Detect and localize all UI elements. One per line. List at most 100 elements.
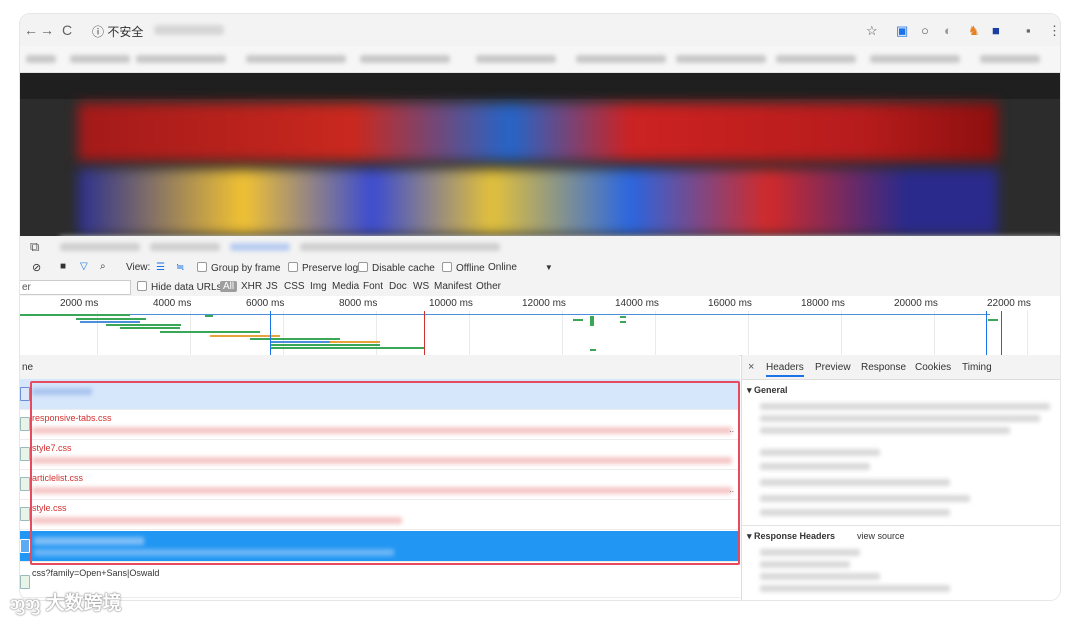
devtools-tab[interactable] (150, 243, 220, 251)
clear-icon[interactable]: ⊘ (32, 261, 41, 274)
file-icon (20, 539, 30, 553)
header-line-blur (760, 573, 880, 580)
filter-icon[interactable]: ▽ (80, 261, 88, 272)
type-filter-xhr[interactable]: XHR (241, 281, 262, 292)
large-rows-icon[interactable]: ☰ (156, 262, 165, 273)
group-by-frame-checkbox[interactable]: Group by frame (197, 262, 280, 274)
waterfall-icon[interactable]: ≒ (176, 262, 184, 273)
overflow-ellipsis: .. (729, 425, 734, 434)
table-row[interactable] (20, 379, 740, 410)
bookmark-item[interactable] (776, 55, 856, 63)
bookmark-item[interactable] (26, 55, 56, 63)
table-row[interactable]: articlelist.css .. (20, 469, 740, 500)
request-table-header[interactable]: ne (20, 355, 740, 380)
devtools-tab[interactable] (60, 243, 140, 251)
type-filter-css[interactable]: CSS (284, 281, 305, 292)
bookmark-item[interactable] (360, 55, 450, 63)
tick-label: 14000 ms (615, 298, 659, 309)
fox-extension-icon[interactable]: ♞ (968, 23, 980, 39)
type-filter-img[interactable]: Img (310, 281, 327, 292)
bookmark-item[interactable] (576, 55, 666, 63)
web-page-viewport (20, 73, 1060, 253)
bookmark-item[interactable] (676, 55, 766, 63)
css-file-icon (20, 417, 30, 431)
translate-extension-icon[interactable]: ▣ (896, 23, 908, 39)
device-toolbar-icon[interactable]: ⧉ (30, 239, 39, 255)
bookmark-item[interactable] (136, 55, 226, 63)
hide-data-urls-checkbox[interactable]: Hide data URLs (137, 281, 222, 293)
bookmarks-bar (20, 46, 1060, 73)
tab-preview[interactable]: Preview (815, 362, 851, 373)
menu-icon[interactable]: ⋮ (1048, 23, 1060, 39)
tick-label: 22000 ms (987, 298, 1031, 309)
tab-cookies[interactable]: Cookies (915, 362, 951, 373)
circle-extension-icon[interactable]: ○ (921, 23, 929, 38)
close-icon[interactable]: × (748, 361, 754, 373)
table-row-selected[interactable] (20, 531, 740, 562)
request-name: style.css (32, 503, 67, 513)
type-filter-font[interactable]: Font (363, 281, 383, 292)
back-icon[interactable]: ← (24, 22, 38, 38)
bookmark-item[interactable] (870, 55, 960, 63)
table-row[interactable]: style7.css (20, 439, 740, 470)
forward-icon[interactable]: → (40, 22, 54, 38)
bookmark-item[interactable] (476, 55, 556, 63)
response-headers-section-toggle[interactable]: ▾ Response Headers (747, 531, 835, 542)
screenshot-icon[interactable]: ■ (60, 261, 66, 272)
devtools-tab[interactable] (230, 243, 290, 251)
header-line-blur (760, 585, 950, 592)
table-row[interactable]: responsive-tabs.css .. (20, 409, 740, 440)
chevron-down-icon: ▼ (544, 263, 553, 272)
tab-headers[interactable]: Headers (766, 362, 804, 377)
type-filter-js[interactable]: JS (266, 281, 278, 292)
offline-checkbox[interactable]: Offline (442, 262, 485, 274)
timeline-overview[interactable] (20, 311, 1060, 356)
watermark-text: 大数跨境 (45, 593, 122, 614)
type-filter-ws[interactable]: WS (413, 281, 429, 292)
infinity-icon: ᦀᦀ (10, 593, 41, 614)
page-header-strip (20, 73, 1060, 99)
info-icon[interactable]: ⓘ (92, 25, 104, 39)
request-url-blur (32, 517, 402, 524)
address-bar[interactable]: ⓘ 不安全 (92, 23, 143, 40)
preserve-log-checkbox[interactable]: Preserve log (288, 262, 358, 274)
blurred-name (34, 537, 144, 545)
bookmark-star-icon[interactable]: ☆ (866, 23, 878, 39)
name-column-header[interactable]: ne (22, 362, 33, 373)
tick-label: 4000 ms (153, 298, 192, 309)
details-tab-bar: × Headers Preview Response Cookies Timin… (742, 355, 1060, 380)
throttle-select[interactable]: Online ▼ (488, 262, 553, 273)
tab-timing[interactable]: Timing (962, 362, 992, 373)
tick-label: 20000 ms (894, 298, 938, 309)
bookmark-item[interactable] (70, 55, 130, 63)
type-filter-other[interactable]: Other (476, 281, 501, 292)
request-url-blur (32, 427, 732, 434)
devtools-tab-bar: ⧉ (20, 236, 1060, 259)
extension-icon[interactable]: ◐ (944, 23, 952, 38)
tab-response[interactable]: Response (861, 362, 906, 373)
view-source-link[interactable]: view source (857, 531, 905, 541)
type-filter-all[interactable]: All (220, 281, 238, 292)
info-extension-icon[interactable]: ■ (992, 23, 1000, 38)
devtools-tab[interactable] (300, 243, 500, 251)
tick-label: 8000 ms (339, 298, 378, 309)
type-filter-media[interactable]: Media (332, 281, 359, 292)
header-line-blur (760, 549, 860, 556)
disable-cache-checkbox[interactable]: Disable cache (358, 262, 435, 274)
filter-input[interactable]: er (20, 280, 131, 295)
search-icon[interactable]: ⌕ (100, 261, 106, 272)
table-row[interactable]: style.css (20, 499, 740, 530)
profile-avatar[interactable]: ▪ (1026, 23, 1031, 38)
page-banner-bottom (78, 169, 998, 235)
overflow-ellipsis: .. (729, 485, 734, 494)
type-filter-manifest[interactable]: Manifest (434, 281, 472, 292)
tick-label: 2000 ms (60, 298, 99, 309)
general-section-toggle[interactable]: ▾ General (747, 385, 788, 396)
bookmark-item[interactable] (246, 55, 346, 63)
css-file-icon (20, 575, 30, 589)
type-filter-doc[interactable]: Doc (389, 281, 407, 292)
network-toolbar: ⊘ ■ ▽ ⌕ View: ☰ ≒ Group by frame Preserv… (20, 258, 1060, 279)
reload-icon[interactable]: C (62, 22, 72, 38)
table-row[interactable]: css?family=Open+Sans|Oswald (20, 567, 740, 598)
bookmark-item[interactable] (980, 55, 1040, 63)
